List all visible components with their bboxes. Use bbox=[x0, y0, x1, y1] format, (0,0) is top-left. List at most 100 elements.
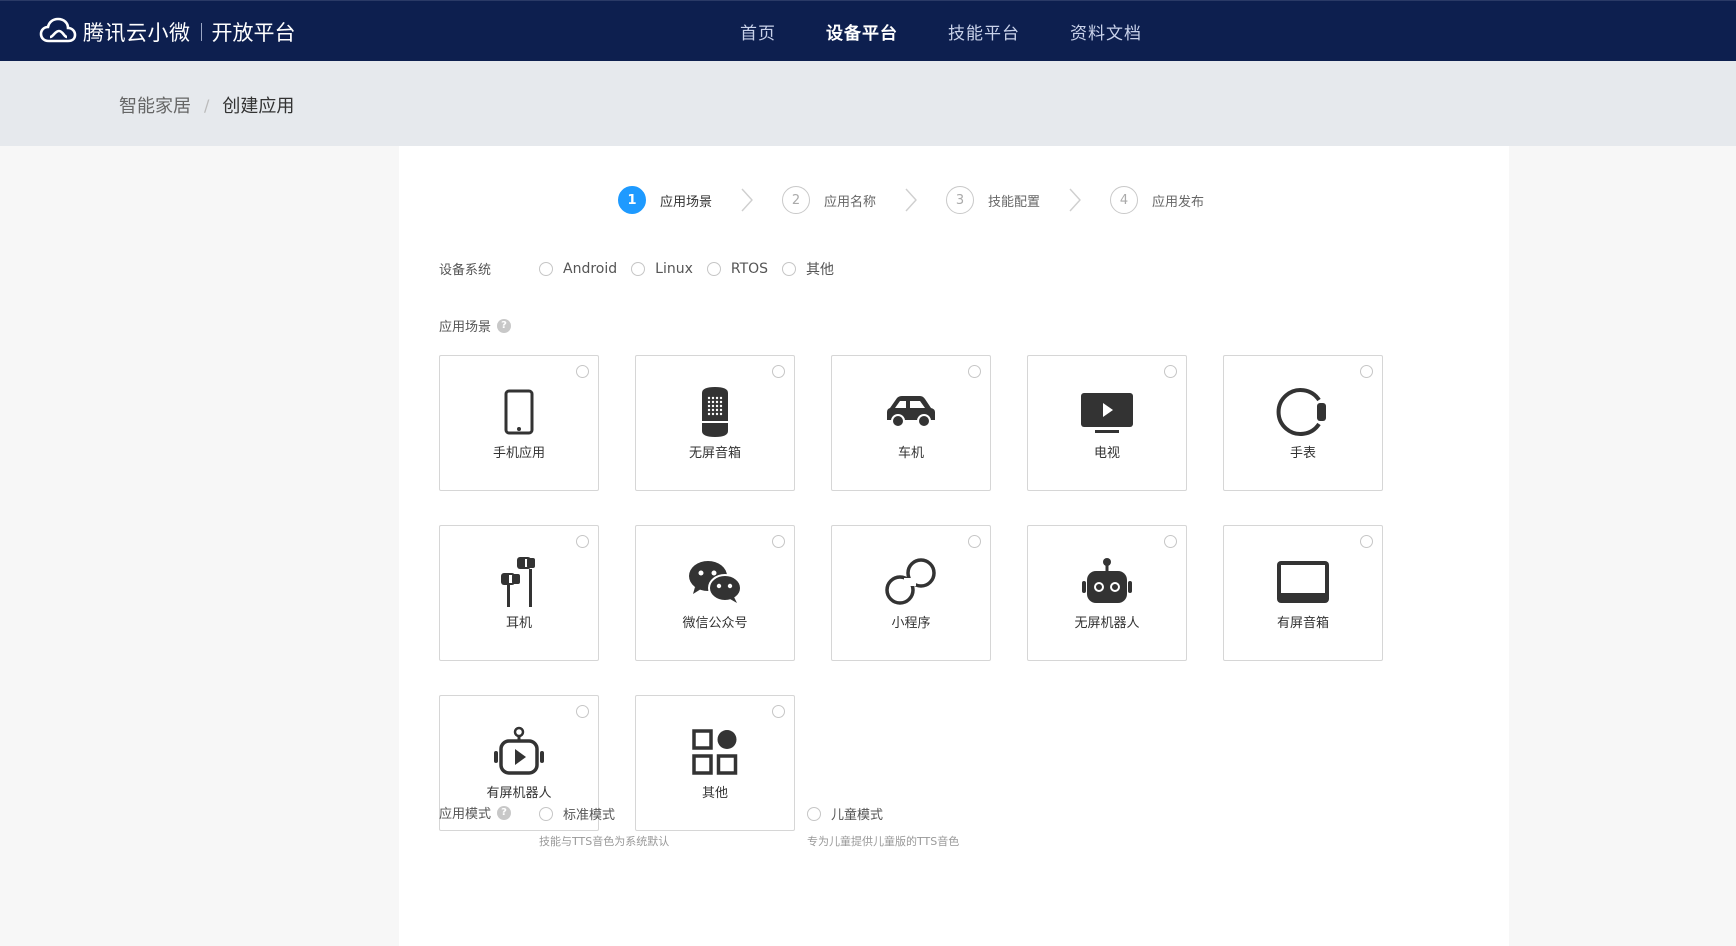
card-radio[interactable] bbox=[576, 365, 589, 378]
chevron-right-icon bbox=[1040, 187, 1110, 213]
radio-label: 其他 bbox=[806, 262, 835, 278]
card-label: 有屏机器人 bbox=[486, 786, 552, 801]
card-radio[interactable] bbox=[772, 705, 785, 718]
card-radio[interactable] bbox=[1164, 365, 1177, 378]
scene-card-speaker[interactable]: 无屏音箱 bbox=[635, 355, 795, 491]
card-label: 车机 bbox=[897, 446, 924, 461]
nav-home[interactable]: 首页 bbox=[740, 19, 776, 44]
watch-icon bbox=[1275, 386, 1331, 438]
device-system-android[interactable]: Android bbox=[539, 261, 617, 277]
scene-card-earphone[interactable]: 耳机 bbox=[439, 525, 599, 661]
cloud-logo-icon bbox=[39, 17, 77, 43]
step-label: 技能配置 bbox=[988, 194, 1041, 210]
scene-card-robot[interactable]: 无屏机器人 bbox=[1027, 525, 1187, 661]
card-radio[interactable] bbox=[772, 365, 785, 378]
card-label: 无屏音箱 bbox=[688, 446, 741, 461]
scene-card-car[interactable]: 车机 bbox=[831, 355, 991, 491]
card-label: 耳机 bbox=[505, 616, 532, 631]
help-icon[interactable]: ? bbox=[497, 318, 512, 333]
step-number: 2 bbox=[782, 186, 811, 214]
phone-icon bbox=[491, 386, 547, 438]
step-4: 4 应用发布 bbox=[1110, 186, 1204, 214]
breadcrumb-bar: 智能家居 / 创建应用 bbox=[0, 61, 1736, 146]
card-radio[interactable] bbox=[772, 535, 785, 548]
step-label: 应用发布 bbox=[1152, 194, 1205, 210]
create-app-panel: 1 应用场景 2 应用名称 3 技能配置 4 应用发布 设备系统 Android… bbox=[399, 146, 1509, 946]
card-label: 其他 bbox=[701, 786, 728, 801]
step-number: 3 bbox=[946, 186, 975, 214]
step-label: 应用场景 bbox=[660, 194, 713, 210]
breadcrumb-separator: / bbox=[204, 95, 210, 115]
brand-divider bbox=[200, 23, 202, 41]
card-label: 微信公众号 bbox=[682, 616, 748, 631]
mode-kids-radio[interactable]: 儿童模式 bbox=[807, 804, 945, 823]
card-radio[interactable] bbox=[968, 365, 981, 378]
card-radio[interactable] bbox=[1360, 365, 1373, 378]
scene-card-wechat[interactable]: 微信公众号 bbox=[635, 525, 795, 661]
device-system-other[interactable]: 其他 bbox=[782, 259, 834, 279]
mode-label: 应用模式 ? bbox=[439, 803, 512, 822]
card-radio[interactable] bbox=[1360, 535, 1373, 548]
card-radio[interactable] bbox=[576, 705, 589, 718]
wechat-icon bbox=[687, 556, 743, 608]
card-label: 小程序 bbox=[891, 616, 931, 631]
card-radio[interactable] bbox=[576, 535, 589, 548]
brand[interactable]: 腾讯云小微 开放平台 bbox=[39, 15, 296, 49]
scene-card-tv[interactable]: 电视 bbox=[1027, 355, 1187, 491]
radio-button[interactable] bbox=[539, 806, 553, 821]
screen-robot-icon bbox=[491, 726, 547, 778]
mode-option-kids: 儿童模式 专为儿童提供儿童版的TTS音色 bbox=[807, 804, 959, 849]
device-system-rtos[interactable]: RTOS bbox=[706, 261, 769, 277]
apps-icon bbox=[687, 726, 743, 778]
card-radio[interactable] bbox=[1164, 535, 1177, 548]
card-label: 手表 bbox=[1289, 446, 1316, 461]
scene-card-watch[interactable]: 手表 bbox=[1223, 355, 1383, 491]
chevron-right-icon bbox=[712, 187, 782, 213]
main-nav: 首页 设备平台 技能平台 资料文档 bbox=[740, 1, 1192, 62]
mode-description: 专为儿童提供儿童版的TTS音色 bbox=[807, 835, 960, 848]
radio-button[interactable] bbox=[706, 262, 721, 276]
radio-button[interactable] bbox=[807, 806, 821, 821]
breadcrumb-current: 创建应用 bbox=[222, 96, 295, 117]
step-number: 4 bbox=[1110, 186, 1139, 214]
scene-card-screen-speaker[interactable]: 有屏音箱 bbox=[1223, 525, 1383, 661]
tv-icon bbox=[1079, 386, 1135, 438]
radio-label: Android bbox=[563, 261, 618, 277]
robot-icon bbox=[1079, 556, 1135, 608]
device-system-label: 设备系统 bbox=[439, 259, 491, 278]
earphone-icon bbox=[491, 556, 547, 608]
breadcrumb-smart-home[interactable]: 智能家居 bbox=[119, 92, 191, 118]
radio-button[interactable] bbox=[631, 262, 646, 276]
device-system-label-text: 设备系统 bbox=[439, 263, 492, 278]
step-indicator: 1 应用场景 2 应用名称 3 技能配置 4 应用发布 bbox=[618, 186, 1204, 214]
card-label: 电视 bbox=[1093, 446, 1120, 461]
nav-docs[interactable]: 资料文档 bbox=[1070, 19, 1142, 44]
card-label: 手机应用 bbox=[492, 446, 545, 461]
radio-label: Linux bbox=[655, 261, 693, 277]
help-icon[interactable]: ? bbox=[497, 805, 512, 820]
radio-button[interactable] bbox=[539, 262, 553, 276]
car-icon bbox=[883, 386, 939, 438]
step-label: 应用名称 bbox=[824, 194, 877, 210]
step-1: 1 应用场景 bbox=[618, 186, 712, 214]
screen-speaker-icon bbox=[1275, 556, 1331, 608]
scene-card-mini-program[interactable]: 小程序 bbox=[831, 525, 991, 661]
scene-card-phone[interactable]: 手机应用 bbox=[439, 355, 599, 491]
device-system-radio-group: Android Linux RTOS 其他 bbox=[539, 259, 848, 279]
brand-subtitle: 开放平台 bbox=[211, 21, 296, 45]
top-navbar: 腾讯云小微 开放平台 首页 设备平台 技能平台 资料文档 bbox=[0, 0, 1736, 61]
brand-name: 腾讯云小微 bbox=[83, 21, 191, 45]
nav-device-platform[interactable]: 设备平台 bbox=[826, 19, 898, 44]
mode-standard-radio[interactable]: 标准模式 bbox=[539, 804, 655, 823]
radio-label: 标准模式 bbox=[563, 808, 616, 823]
scene-label: 应用场景 ? bbox=[439, 316, 512, 335]
radio-button[interactable] bbox=[782, 262, 797, 276]
mode-option-standard: 标准模式 技能与TTS音色为系统默认 bbox=[539, 804, 669, 849]
mini-program-icon bbox=[883, 556, 939, 608]
card-label: 有屏音箱 bbox=[1276, 616, 1329, 631]
nav-skill-platform[interactable]: 技能平台 bbox=[948, 19, 1020, 44]
step-2: 2 应用名称 bbox=[782, 186, 876, 214]
card-radio[interactable] bbox=[968, 535, 981, 548]
device-system-linux[interactable]: Linux bbox=[631, 261, 693, 277]
radio-label: RTOS bbox=[730, 261, 769, 277]
